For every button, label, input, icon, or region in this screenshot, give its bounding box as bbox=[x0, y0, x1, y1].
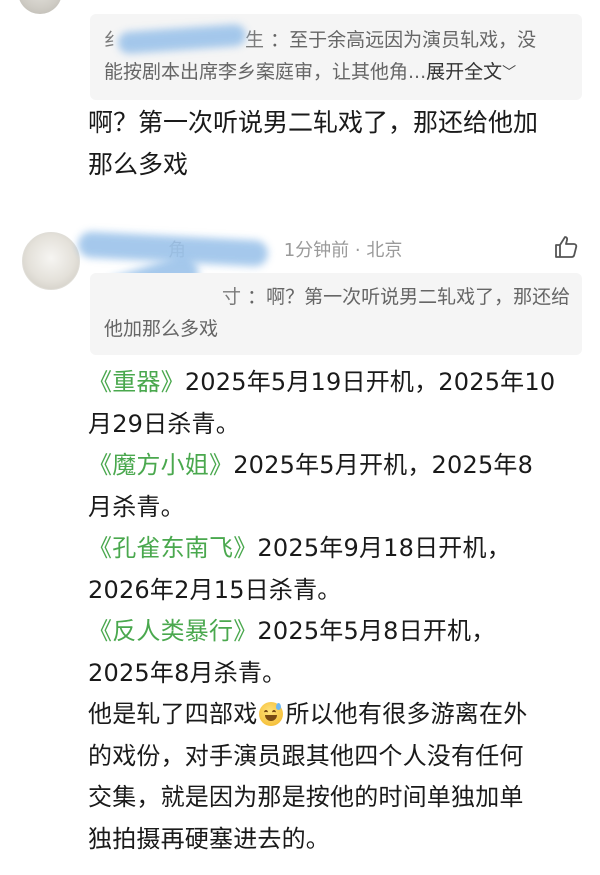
book-title[interactable]: 《孔雀东南飞》 bbox=[88, 534, 257, 562]
comment-body: 《重器》2025年5月19日开机，2025年10 月29日杀青。 《魔方小姐》2… bbox=[88, 362, 593, 860]
closing-line: 交集，就是因为那是按他的时间单独加单 bbox=[88, 783, 524, 811]
comment-line: 那么多戏 bbox=[88, 150, 189, 179]
avatar[interactable] bbox=[18, 0, 62, 14]
quoted-username[interactable]: 寸 bbox=[104, 286, 247, 308]
quoted-comment-box[interactable]: 纟生 ：至于余高远因为演员轧戏，没 能按剧本出席李乡案庭审，让其他角...展开全… bbox=[90, 14, 582, 100]
quoted-text-line-2: 能按剧本出席李乡案庭审，让其他角... bbox=[104, 61, 427, 83]
schedule-line: 2025年8月杀青。 bbox=[88, 658, 287, 687]
schedule-line: 月杀青。 bbox=[88, 492, 185, 521]
comment-location: 北京 bbox=[366, 240, 403, 261]
sweat-smile-emoji-icon bbox=[259, 702, 284, 726]
thumbs-up-icon[interactable] bbox=[553, 234, 579, 260]
meta-separator: · bbox=[354, 240, 361, 261]
closing-line: 独拍摄再硬塞进去的。 bbox=[88, 824, 330, 853]
schedule-line: 《反人类暴行》2025年5月8日开机， bbox=[88, 617, 496, 645]
avatar[interactable] bbox=[22, 232, 80, 290]
book-title[interactable]: 《反人类暴行》 bbox=[88, 617, 257, 645]
quoted-text-line-1: ：至于余高远因为演员轧戏，没 bbox=[270, 29, 537, 51]
quoted-text-line-1: ：啊？第一次听说男二轧戏了，那还给 bbox=[247, 286, 571, 308]
comment-time: 1分钟前 bbox=[283, 240, 350, 261]
expand-full-text-button[interactable]: 展开全文﹀ bbox=[426, 61, 516, 83]
schedule-line: 《重器》2025年5月19日开机，2025年10 bbox=[88, 368, 556, 396]
book-title[interactable]: 《重器》 bbox=[88, 368, 185, 396]
closing-line: 的戏份，对手演员跟其他四个人没有任何 bbox=[88, 741, 524, 770]
quoted-comment-text: 寸 ：啊？第一次听说男二轧戏了，那还给 他加那么多戏 bbox=[104, 281, 574, 345]
schedule-line: 2026年2月15日杀青。 bbox=[88, 575, 342, 604]
closing-line: 他是轧了四部戏 所以他有很多游离在外 bbox=[88, 700, 528, 728]
quoted-comment-box[interactable]: 寸 ：啊？第一次听说男二轧戏了，那还给 他加那么多戏 bbox=[90, 273, 582, 355]
comment-body: 啊？第一次听说男二轧戏了，那还给他加 那么多戏 bbox=[88, 102, 588, 186]
schedule-line: 月29日杀青。 bbox=[88, 409, 240, 438]
book-title[interactable]: 《魔方小姐》 bbox=[88, 451, 233, 479]
quoted-text-line-2: 他加那么多戏 bbox=[104, 318, 219, 340]
schedule-line: 《魔方小姐》2025年5月开机，2025年8 bbox=[88, 451, 534, 479]
schedule-line: 《孔雀东南飞》2025年9月18日开机， bbox=[88, 534, 511, 562]
chevron-down-icon: ﹀ bbox=[502, 65, 517, 81]
comment-line: 啊？第一次听说男二轧戏了，那还给他加 bbox=[88, 108, 539, 137]
